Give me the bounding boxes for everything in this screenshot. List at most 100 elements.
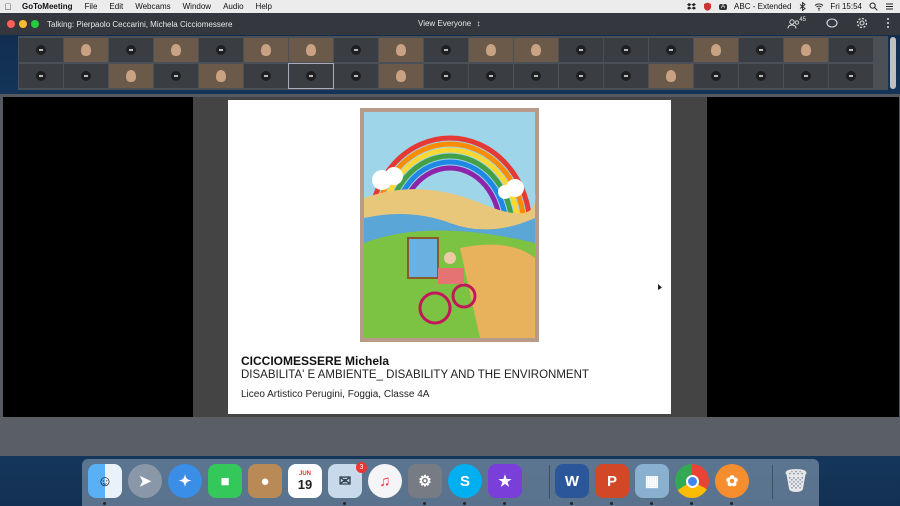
view-mode-selector[interactable]: View Everyone ↕ — [418, 19, 480, 28]
participant-tile[interactable] — [559, 38, 603, 62]
participant-tile[interactable] — [244, 64, 288, 88]
camera-off-icon — [441, 71, 451, 81]
dock: ☺ ➤ ✦ ■ ● JUN 19 ✉ 3 ♫ ⚙ S ★ W P ▦ ✿ 🗑 — [82, 459, 819, 506]
participant-video-tile[interactable] — [694, 38, 738, 62]
talking-indicator: Talking: Pierpaolo Ceccarini, Michela Ci… — [47, 19, 233, 29]
participant-video-tile[interactable] — [199, 64, 243, 88]
apple-icon[interactable]:  — [0, 2, 16, 12]
participant-tile[interactable] — [559, 64, 603, 88]
imovie-icon[interactable]: ★ — [488, 464, 522, 498]
trash-icon[interactable]: 🗑 — [779, 464, 813, 498]
camera-off-icon — [351, 71, 361, 81]
menu-webcams[interactable]: Webcams — [129, 2, 176, 11]
shield-icon[interactable] — [703, 2, 712, 11]
camera-off-icon — [351, 45, 361, 55]
menu-app-name[interactable]: GoToMeeting — [16, 2, 79, 11]
participant-video-tile[interactable] — [244, 38, 288, 62]
participant-tile[interactable] — [199, 38, 243, 62]
dock-separator — [772, 465, 773, 499]
camera-off-icon — [486, 71, 496, 81]
participant-tile[interactable] — [469, 64, 513, 88]
safari-icon[interactable]: ✦ — [168, 464, 202, 498]
system-preferences-icon[interactable]: ⚙ — [408, 464, 442, 498]
participant-tile[interactable] — [829, 64, 873, 88]
preview-icon[interactable]: ▦ — [635, 464, 669, 498]
gotomeeting-icon[interactable]: ✿ — [715, 464, 749, 498]
calendar-day: 19 — [297, 476, 313, 492]
attendees-button[interactable]: 45 — [787, 17, 808, 29]
slide-school: Liceo Artistico Perugini, Foggia, Classe… — [241, 389, 430, 400]
menu-window[interactable]: Window — [177, 2, 217, 11]
camera-off-icon — [846, 45, 856, 55]
more-options-icon[interactable] — [886, 17, 890, 31]
participant-tile[interactable] — [649, 38, 693, 62]
powerpoint-icon[interactable]: P — [595, 464, 629, 498]
zoom-window-button[interactable] — [31, 20, 39, 28]
input-source-label[interactable]: ABC - Extended — [734, 2, 791, 11]
slide-author: CICCIOMESSERE Michela — [241, 354, 390, 368]
facetime-icon[interactable]: ■ — [208, 464, 242, 498]
participant-tile[interactable] — [334, 38, 378, 62]
dropbox-icon[interactable] — [687, 2, 697, 11]
participant-tile[interactable] — [694, 64, 738, 88]
participant-tile[interactable] — [64, 64, 108, 88]
camera-off-icon — [756, 45, 766, 55]
spotlight-search-icon[interactable] — [869, 2, 878, 11]
music-icon[interactable]: ♫ — [368, 464, 402, 498]
participant-video-tile[interactable] — [289, 38, 333, 62]
desktop:  GoToMeeting File Edit Webcams Window A… — [0, 0, 900, 506]
letterbox-left — [3, 97, 193, 417]
menu-file[interactable]: File — [79, 2, 104, 11]
participant-tile[interactable] — [604, 64, 648, 88]
calendar-icon[interactable]: JUN 19 — [288, 464, 322, 498]
participant-video-tile[interactable] — [109, 64, 153, 88]
running-indicator — [690, 502, 693, 505]
settings-gear-icon[interactable] — [856, 17, 868, 31]
menu-audio[interactable]: Audio — [217, 2, 249, 11]
launchpad-icon[interactable]: ➤ — [128, 464, 162, 498]
close-window-button[interactable] — [7, 20, 15, 28]
skype-icon[interactable]: S — [448, 464, 482, 498]
participant-avatar — [801, 44, 811, 56]
running-indicator — [463, 502, 466, 505]
participant-video-tile[interactable] — [649, 64, 693, 88]
participant-avatar — [486, 44, 496, 56]
participant-grid-scrollbar[interactable] — [890, 37, 896, 89]
participant-avatar — [396, 70, 406, 82]
camera-off-icon — [711, 71, 721, 81]
participant-tile[interactable] — [829, 38, 873, 62]
participant-tile[interactable] — [424, 64, 468, 88]
participant-tile[interactable] — [739, 64, 783, 88]
participant-video-tile[interactable] — [784, 38, 828, 62]
participant-video-tile[interactable] — [469, 38, 513, 62]
participant-tile[interactable] — [784, 64, 828, 88]
menu-help[interactable]: Help — [250, 2, 278, 11]
input-source-icon[interactable]: A — [719, 3, 728, 10]
participant-tile[interactable] — [19, 38, 63, 62]
participant-tile[interactable] — [334, 64, 378, 88]
control-center-icon[interactable] — [885, 2, 894, 11]
participant-tile[interactable] — [154, 64, 198, 88]
bluetooth-icon[interactable] — [798, 1, 807, 12]
chat-icon[interactable] — [826, 17, 838, 31]
participant-video-tile[interactable] — [379, 64, 423, 88]
participant-video-tile[interactable] — [379, 38, 423, 62]
word-icon[interactable]: W — [555, 464, 589, 498]
participant-video-tile[interactable] — [514, 38, 558, 62]
participant-video-tile[interactable] — [64, 38, 108, 62]
participant-tile[interactable] — [19, 64, 63, 88]
clock[interactable]: Fri 15:54 — [830, 2, 862, 11]
participant-tile[interactable] — [424, 38, 468, 62]
participant-tile[interactable] — [288, 63, 334, 89]
finder-icon[interactable]: ☺ — [88, 464, 122, 498]
participant-tile[interactable] — [514, 64, 558, 88]
wifi-icon[interactable] — [814, 2, 824, 11]
menu-edit[interactable]: Edit — [103, 2, 129, 11]
participant-tile[interactable] — [739, 38, 783, 62]
chrome-icon[interactable] — [675, 464, 709, 498]
participant-tile[interactable] — [109, 38, 153, 62]
minimize-window-button[interactable] — [19, 20, 27, 28]
participant-tile[interactable] — [604, 38, 648, 62]
participant-video-tile[interactable] — [154, 38, 198, 62]
contacts-icon[interactable]: ● — [248, 464, 282, 498]
